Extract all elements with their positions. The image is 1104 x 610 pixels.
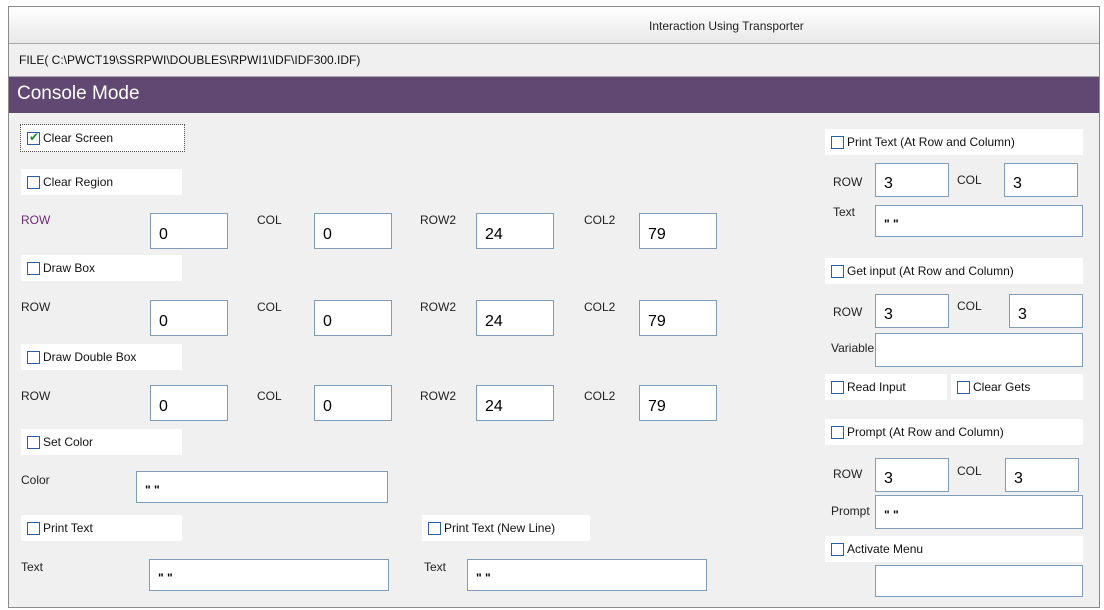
print-text-newline-label: Text — [424, 560, 447, 574]
get-input-checkbox[interactable]: Get input (At Row and Column) — [825, 258, 1083, 284]
dbox-row2-input[interactable] — [476, 385, 554, 421]
dbox-row-label: ROW — [21, 389, 51, 403]
file-path: FILE( C:\PWCT19\SSRPWI\DOUBLES\RPWI1\IDF… — [19, 53, 361, 67]
checkbox-icon — [428, 521, 441, 535]
prompt-label: Prompt — [831, 504, 870, 518]
print-text-at-checkbox[interactable]: Print Text (At Row and Column) — [825, 129, 1083, 155]
read-input-checkbox[interactable]: Read Input — [825, 374, 947, 400]
box-col-label: COL — [257, 300, 282, 314]
draw-double-box-checkbox[interactable]: Draw Double Box — [21, 344, 182, 370]
print-text-newline-input[interactable] — [467, 559, 707, 591]
dbox-col2-label: COL2 — [584, 389, 616, 403]
dbox-row-input[interactable] — [150, 385, 228, 421]
prompt-row-input[interactable] — [875, 458, 949, 492]
get-col-input[interactable] — [1009, 294, 1083, 328]
checkbox-icon — [27, 175, 40, 189]
print-at-text-input[interactable] — [875, 205, 1083, 237]
color-input[interactable] — [136, 471, 388, 503]
section-title: Console Mode — [17, 83, 140, 104]
print-at-col-label: COL — [957, 173, 982, 187]
print-text-checkbox[interactable]: Print Text — [21, 515, 182, 541]
print-text-label: Text — [21, 560, 44, 574]
checkbox-icon — [831, 135, 844, 149]
dbox-row2-label: ROW2 — [420, 389, 456, 403]
box-row2-label: ROW2 — [420, 300, 456, 314]
checkbox-icon — [831, 380, 844, 394]
region-col2-label: COL2 — [584, 213, 616, 227]
checkbox-icon — [27, 261, 40, 275]
clear-gets-checkbox[interactable]: Clear Gets — [951, 374, 1083, 400]
prompt-row-label: ROW — [833, 467, 863, 481]
print-text-newline-checkbox[interactable]: Print Text (New Line) — [422, 515, 590, 541]
dbox-col-input[interactable] — [314, 385, 392, 421]
checkbox-icon — [27, 435, 40, 449]
box-col-input[interactable] — [314, 300, 392, 336]
prompt-input[interactable] — [875, 495, 1083, 529]
region-row-label: ROW — [21, 213, 51, 227]
get-row-label: ROW — [833, 305, 863, 319]
checkbox-icon — [27, 350, 40, 364]
variable-input[interactable] — [875, 333, 1083, 367]
box-row-label: ROW — [21, 300, 51, 314]
form-body: Clear Screen Clear Region ROW COL ROW2 C… — [9, 113, 1099, 607]
checkbox-icon — [831, 542, 844, 556]
region-row2-label: ROW2 — [420, 213, 456, 227]
clear-region-checkbox[interactable]: Clear Region — [21, 169, 182, 195]
print-at-col-input[interactable] — [1004, 163, 1078, 197]
checkbox-icon — [27, 521, 40, 535]
print-at-row-input[interactable] — [875, 163, 949, 197]
box-row-input[interactable] — [150, 300, 228, 336]
variable-label: Variable — [831, 341, 875, 355]
print-at-text-label: Text — [833, 205, 856, 219]
dbox-col-label: COL — [257, 389, 282, 403]
app-window: Interaction Using Transporter FILE( C:\P… — [8, 6, 1100, 608]
box-col2-input[interactable] — [639, 300, 717, 336]
prompt-col-label: COL — [957, 464, 982, 478]
clear-screen-checkbox[interactable]: Clear Screen — [20, 124, 185, 152]
activate-menu-input[interactable] — [875, 565, 1083, 597]
region-row2-input[interactable] — [476, 213, 554, 249]
prompt-at-checkbox[interactable]: Prompt (At Row and Column) — [825, 419, 1083, 445]
file-path-bar: FILE( C:\PWCT19\SSRPWI\DOUBLES\RPWI1\IDF… — [9, 44, 1099, 77]
checkbox-icon — [27, 130, 40, 145]
color-label: Color — [21, 473, 50, 487]
get-row-input[interactable] — [875, 294, 949, 328]
draw-box-checkbox[interactable]: Draw Box — [21, 255, 182, 281]
dbox-col2-input[interactable] — [639, 385, 717, 421]
set-color-checkbox[interactable]: Set Color — [21, 429, 182, 455]
window-title: Interaction Using Transporter — [649, 19, 804, 33]
activate-menu-checkbox[interactable]: Activate Menu — [825, 536, 1083, 562]
region-col2-input[interactable] — [639, 213, 717, 249]
checkbox-icon — [831, 264, 844, 278]
get-col-label: COL — [957, 299, 982, 313]
region-row-input[interactable] — [150, 213, 228, 249]
box-col2-label: COL2 — [584, 300, 616, 314]
checkbox-icon — [831, 425, 844, 439]
region-col-input[interactable] — [314, 213, 392, 249]
box-row2-input[interactable] — [476, 300, 554, 336]
region-col-label: COL — [257, 213, 282, 227]
section-header: Console Mode — [9, 77, 1099, 113]
print-text-input[interactable] — [149, 559, 389, 591]
title-bar: Interaction Using Transporter — [9, 7, 1099, 44]
prompt-col-input[interactable] — [1005, 458, 1079, 492]
checkbox-icon — [957, 380, 970, 394]
print-at-row-label: ROW — [833, 175, 863, 189]
